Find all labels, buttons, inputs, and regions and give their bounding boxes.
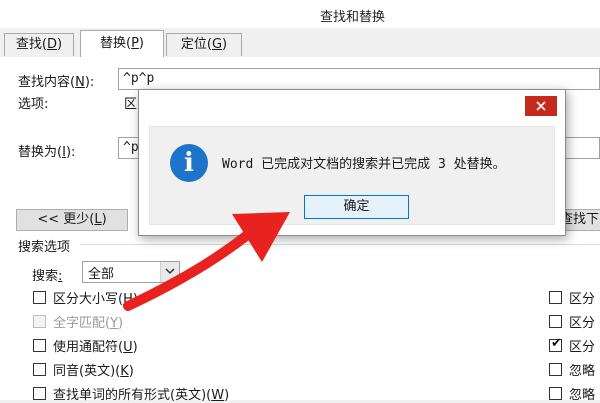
tab-replace-hotkey: P bbox=[131, 36, 139, 51]
options-value: 区 bbox=[124, 97, 138, 112]
sounds-like-label: 同音(英文)(K) bbox=[53, 364, 134, 379]
chevron-down-icon[interactable] bbox=[160, 262, 179, 282]
close-icon bbox=[536, 101, 546, 111]
match-case-checkbox[interactable] bbox=[33, 291, 46, 304]
right-option-5-label: 忽略 bbox=[569, 388, 596, 403]
completion-dialog: i Word 已完成对文档的搜索并已完成 3 处替换。 确定 bbox=[138, 89, 566, 236]
search-options-header: 搜索选项 bbox=[18, 240, 71, 255]
tab-replace[interactable]: 替换(P) bbox=[80, 30, 164, 57]
info-icon: i bbox=[170, 144, 208, 182]
tab-find[interactable]: 查找(D) bbox=[4, 33, 74, 56]
window-title: 查找和替换 bbox=[320, 10, 386, 25]
right-option-3-checkbox[interactable]: ✔ bbox=[549, 336, 562, 352]
search-direction-value: 全部 bbox=[88, 267, 115, 282]
tab-goto-label: 定位 bbox=[180, 37, 207, 52]
tab-goto[interactable]: 定位(G) bbox=[166, 33, 242, 56]
tab-find-hotkey: D bbox=[47, 37, 58, 52]
window-titlebar: 查找和替换 bbox=[0, 0, 600, 28]
dialog-message: Word 已完成对文档的搜索并已完成 3 处替换。 bbox=[222, 157, 506, 172]
right-option-4-label: 忽略 bbox=[569, 364, 596, 379]
ok-button[interactable]: 确定 bbox=[304, 195, 409, 219]
checkmark-icon: ✔ bbox=[551, 336, 562, 351]
wildcards-label: 使用通配符(U) bbox=[53, 340, 138, 355]
options-label: 选项: bbox=[18, 97, 49, 112]
right-option-4-checkbox[interactable] bbox=[549, 363, 562, 376]
sounds-like-checkbox[interactable] bbox=[33, 363, 46, 376]
right-option-5-checkbox[interactable] bbox=[549, 387, 562, 400]
dialog-body: i Word 已完成对文档的搜索并已完成 3 处替换。 确定 bbox=[149, 126, 555, 225]
find-label: 查找内容(N): bbox=[18, 75, 95, 90]
tab-goto-hotkey: G bbox=[211, 37, 223, 52]
search-direction-select[interactable]: 全部 bbox=[82, 261, 180, 283]
right-option-2-label: 区分 bbox=[569, 316, 596, 331]
right-option-1-checkbox[interactable] bbox=[549, 291, 562, 304]
tab-find-label: 查找 bbox=[15, 37, 42, 52]
tab-replace-label: 替换 bbox=[99, 36, 126, 51]
right-option-3-label: 区分 bbox=[569, 340, 596, 355]
tab-strip: 查找(D) 替换(P) 定位(G) bbox=[0, 28, 600, 58]
search-options-divider bbox=[80, 244, 600, 245]
word-forms-label: 查找单词的所有形式(英文)(W) bbox=[53, 388, 230, 403]
right-option-2-checkbox[interactable] bbox=[549, 315, 562, 328]
less-button[interactable]: << 更少(L) bbox=[16, 209, 128, 231]
whole-word-checkbox bbox=[33, 315, 46, 328]
wildcards-checkbox[interactable] bbox=[33, 339, 46, 352]
search-direction-label: 搜索: bbox=[32, 269, 63, 284]
whole-word-label: 全字匹配(Y) bbox=[53, 316, 124, 331]
replace-label: 替换为(I): bbox=[18, 145, 76, 160]
dialog-close-button[interactable] bbox=[525, 96, 557, 116]
find-input[interactable]: ^p^p bbox=[118, 68, 600, 90]
right-option-1-label: 区分 bbox=[569, 292, 596, 307]
word-forms-checkbox[interactable] bbox=[33, 387, 46, 400]
match-case-label: 区分大小写(H) bbox=[53, 292, 138, 307]
